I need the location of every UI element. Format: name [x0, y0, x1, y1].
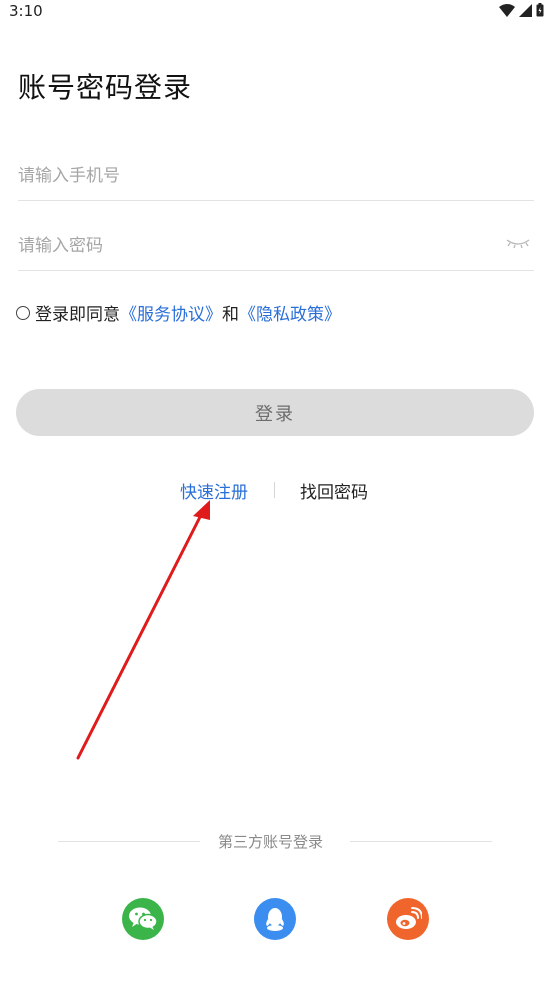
qq-penguin-icon — [266, 908, 284, 931]
phone-input[interactable] — [18, 152, 534, 200]
third-party-divider: 第三方账号登录 — [0, 830, 556, 854]
password-input[interactable] — [18, 222, 534, 270]
agreement-row: 登录即同意 《服务协议》 和 《隐私政策》 — [16, 300, 341, 325]
wechat-login-button[interactable] — [122, 898, 164, 940]
qq-login-button[interactable] — [254, 898, 296, 940]
divider-line-left — [58, 841, 200, 842]
service-agreement-link[interactable]: 《服务协议》 — [120, 300, 222, 325]
quick-register-link[interactable]: 快速注册 — [180, 478, 248, 503]
links-divider — [274, 482, 275, 498]
privacy-policy-link[interactable]: 《隐私政策》 — [239, 300, 341, 325]
signal-icon — [519, 3, 532, 17]
wifi-icon — [499, 3, 515, 17]
weibo-icon — [396, 907, 422, 929]
find-password-link[interactable]: 找回密码 — [300, 478, 368, 503]
phone-field-container — [18, 152, 534, 201]
page-title: 账号密码登录 — [18, 71, 193, 104]
login-button[interactable]: 登录 — [16, 389, 534, 436]
eye-closed-icon[interactable] — [506, 238, 530, 250]
status-bar: 3:10 — [0, 0, 556, 26]
status-icons — [499, 3, 544, 17]
password-field-container — [18, 222, 534, 271]
annotation-arrow-shaft — [76, 511, 204, 760]
agreement-and: 和 — [222, 305, 239, 325]
wechat-icon — [129, 907, 158, 930]
login-page: 3:10 账号密码登录 登录即同意 《服 — [0, 0, 556, 995]
third-party-label: 第三方账号登录 — [218, 833, 324, 851]
status-time: 3:10 — [9, 2, 43, 20]
account-links-row: 快速注册 找回密码 — [0, 478, 556, 504]
weibo-login-button[interactable] — [387, 898, 429, 940]
agreement-radio[interactable] — [16, 305, 30, 320]
battery-icon — [536, 3, 544, 17]
divider-line-right — [350, 841, 492, 842]
agreement-prefix: 登录即同意 — [35, 305, 120, 325]
